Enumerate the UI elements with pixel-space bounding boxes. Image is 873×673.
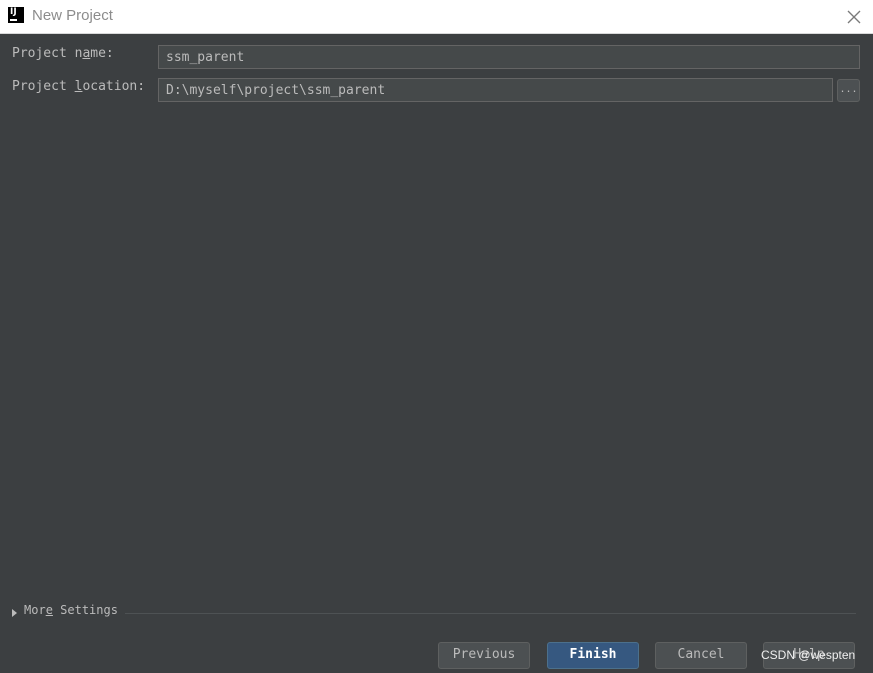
project-name-input[interactable] <box>158 45 860 69</box>
cancel-button[interactable]: Cancel <box>655 642 747 669</box>
watermark: CSDN @wespten <box>761 648 856 662</box>
settings-divider <box>125 613 856 614</box>
close-icon <box>847 10 861 24</box>
close-button[interactable] <box>839 2 869 32</box>
finish-button[interactable]: Finish <box>547 642 639 669</box>
project-name-label: Project name: <box>12 46 114 61</box>
project-location-input[interactable] <box>158 78 833 102</box>
logo-text: IJ <box>10 7 17 17</box>
project-location-label: Project location: <box>12 79 146 94</box>
expand-arrow-icon <box>12 609 17 617</box>
previous-button[interactable]: Previous <box>438 642 530 669</box>
browse-location-button[interactable]: ... <box>837 79 860 102</box>
window-title: New Project <box>32 7 113 24</box>
more-settings-label: More Settings <box>24 603 118 617</box>
title-bar: IJ New Project <box>0 0 873 34</box>
intellij-logo-icon: IJ <box>8 7 24 23</box>
